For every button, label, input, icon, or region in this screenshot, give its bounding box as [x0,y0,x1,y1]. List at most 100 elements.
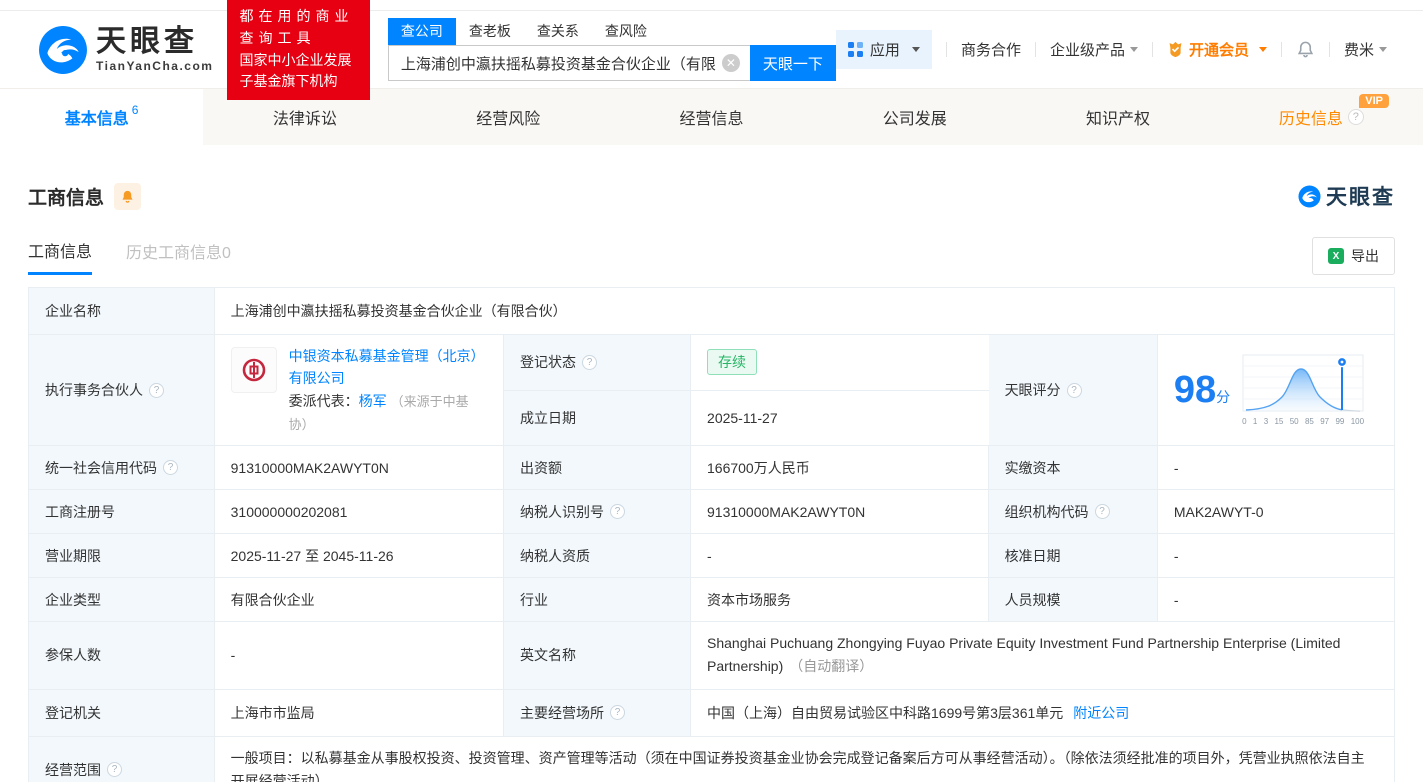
label-text: 登记状态 [520,354,576,371]
question-icon[interactable] [610,504,625,520]
table-row: 参保人数 - 英文名称 Shanghai Puchuang Zhongying … [29,622,1394,690]
table-row: 经营范围 一般项目：以私募基金从事股权投资、投资管理、资产管理等活动（须在中国证… [29,736,1394,782]
brand-domain: TianYanCha.com [96,59,214,74]
status-badge: 存续 [707,349,758,376]
clear-icon[interactable]: ✕ [721,54,740,72]
site-logo[interactable]: 天眼查 TianYanCha.com [38,25,213,75]
search-input[interactable] [387,45,750,81]
username: 费米 [1343,42,1374,59]
question-icon[interactable] [107,762,122,778]
question-icon[interactable] [163,460,178,476]
field-label-english-name: 英文名称 [504,622,691,690]
subscribe-bell-button[interactable] [114,182,142,210]
watermark-logo: 天眼查 [1298,181,1395,211]
question-icon[interactable] [1066,382,1082,398]
field-value-registration-status: 存续 [691,335,989,391]
tab-operating-risk[interactable]: 经营风险 [407,89,610,145]
nav-cooperation[interactable]: 商务合作 [961,39,1021,60]
field-value-tyc-score: 98分 0 1 3 15 50 85 97 99 100 [1157,335,1394,447]
tab-label: 历史信息 [1278,111,1343,128]
tab-intellectual-property[interactable]: 知识产权 [1016,89,1219,145]
tick-label: 85 [1304,417,1314,427]
help-icon[interactable] [1347,109,1364,125]
chevron-down-icon [1379,47,1387,52]
bell-icon [1297,41,1314,58]
subtab-row: 工商信息 历史工商信息0 X 导出 [14,211,1409,275]
nav-vip-label: 开通会员 [1188,42,1249,59]
field-label-paid-capital: 实缴资本 [988,446,1158,491]
brand-name: 天眼查 [96,24,198,58]
partner-company-link[interactable]: 中银资本私募基金管理（北京）有限公司 [289,348,485,386]
label-text: 天眼评分 [1004,382,1061,399]
label-text: 经营范围 [45,761,101,778]
tick-label: 1 [1252,417,1258,427]
nav-apps[interactable]: 应用 [835,30,932,69]
delegate-link[interactable]: 杨军 [359,393,387,409]
top-divider [0,0,1423,11]
field-label-registration-number: 工商注册号 [29,490,215,535]
field-label-establish-date: 成立日期 [504,390,692,447]
tab-count-badge: 6 [131,103,139,117]
field-value-uscc: 91310000MAK2AWYT0N [214,446,504,491]
promo-badge: 都在用的商业查询工具 国家中小企业发展子基金旗下机构 [227,0,370,100]
tab-history-info[interactable]: VIP 历史信息 [1220,89,1423,145]
search-tab-relation[interactable]: 查关系 [524,18,592,45]
tab-legal[interactable]: 法律诉讼 [203,89,406,145]
table-row: 统一社会信用代码 91310000MAK2AWYT0N 出资额 166700万人… [29,446,1394,491]
delegate-label: 委派代表： [288,392,359,409]
field-value-taxpayer-id: 91310000MAK2AWYT0N [691,490,989,535]
field-label-approval-date: 核准日期 [988,534,1158,579]
excel-icon: X [1328,248,1344,264]
tab-company-development[interactable]: 公司发展 [813,89,1016,145]
divider [1151,42,1153,57]
status-date-column: 登记状态 存续 成立日期 2025-11-27 [504,335,989,447]
label-text: 统一社会信用代码 [45,459,157,476]
field-value-english-name: Shanghai Puchuang Zhongying Fuyao Privat… [691,622,1394,690]
table-row: 登记机关 上海市市监局 主要经营场所 中国（上海）自由贸易试验区中科路1699号… [29,689,1394,737]
subtab-business-info[interactable]: 工商信息 [28,238,93,275]
nav-apps-label: 应用 [869,42,900,59]
search-tab-company[interactable]: 查公司 [387,18,456,45]
tab-operating-info[interactable]: 经营信息 [610,89,813,145]
question-icon[interactable] [149,382,164,398]
watermark-text: 天眼查 [1326,186,1395,209]
question-icon[interactable] [582,354,597,370]
question-icon[interactable] [610,705,625,721]
export-button[interactable]: X 导出 [1312,237,1395,275]
field-value-taxpayer-qualification: - [691,534,989,579]
nav-open-vip[interactable]: 开通会员 [1167,39,1267,60]
divider [1328,42,1330,57]
tab-label: 基本信息 [64,111,129,128]
field-value-paid-capital: - [1157,446,1394,491]
field-value-business-term: 2025-11-27 至 2045-11-26 [214,534,504,579]
field-label-registration-status: 登记状态 [504,335,692,391]
search-button[interactable]: 天眼一下 [749,45,836,81]
tick-label: 99 [1335,417,1345,427]
field-label-industry: 行业 [504,578,691,623]
nav-enterprise[interactable]: 企业级产品 [1050,39,1138,60]
subtab-history-business-info[interactable]: 历史工商信息0 [126,239,231,273]
scope-text: 一般项目：以私募基金从事股权投资、投资管理、资产管理等活动（须在中国证券投资基金… [230,749,1365,782]
search-tab-boss[interactable]: 查老板 [456,18,524,45]
search-area: 查公司 查老板 查关系 查风险 ✕ 天眼一下 [387,18,836,81]
question-icon[interactable] [1094,504,1110,520]
score-unit: 分 [1216,389,1231,406]
table-row: 执行事务合伙人 中银资本私募基金管理（北京）有限公司 委派代表：杨军 [29,335,1394,447]
field-value-registration-authority: 上海市市监局 [214,689,504,737]
notifications-button[interactable] [1296,40,1315,59]
field-label-uscc: 统一社会信用代码 [29,446,215,491]
business-info-table: 企业名称 上海浦创中瀛扶摇私募投资基金合伙企业（有限合伙） 执行事务合伙人 ? … [28,287,1395,782]
address-text: 中国（上海）自由贸易试验区中科路1699号第3层361单元 [707,704,1064,721]
field-label-company-name: 企业名称 [29,288,215,335]
field-label-business-address: 主要经营场所 [504,689,691,737]
nearby-companies-link[interactable]: 附近公司 [1073,703,1129,723]
search-tab-risk[interactable]: 查风险 [592,18,660,45]
table-row: 企业名称 上海浦创中瀛扶摇私募投资基金合伙企业（有限合伙） [29,288,1394,335]
nav-user[interactable]: 费米 [1344,39,1387,60]
field-label-tyc-score: 天眼评分 [988,335,1158,447]
table-row: 工商注册号 310000000202081 纳税人识别号 91310000MAK… [29,490,1394,535]
field-value-approval-date: - [1157,534,1394,579]
tab-basic-info[interactable]: 基本信息 6 [0,89,204,145]
field-value-insured-count: - [214,622,504,690]
partner-company-logo[interactable] [230,347,277,393]
